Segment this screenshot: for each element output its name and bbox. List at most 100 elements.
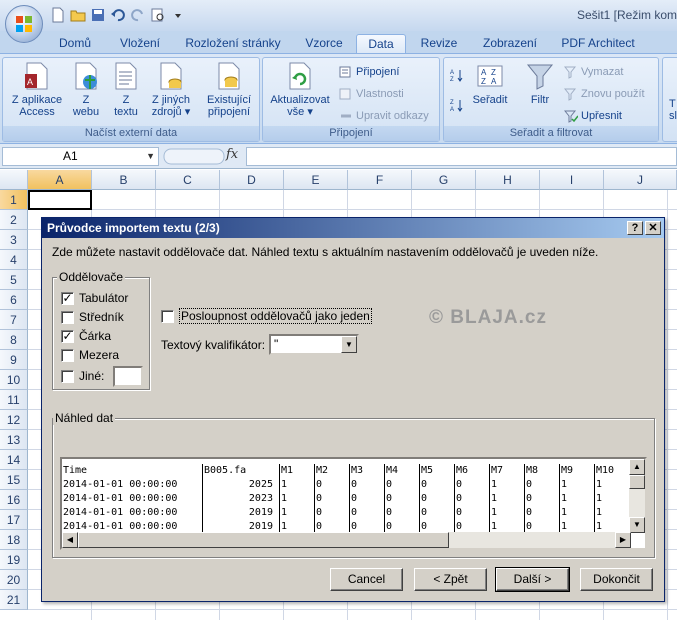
scroll-right-icon[interactable]: ▶ xyxy=(615,532,631,548)
row-header[interactable]: 3 xyxy=(0,230,28,250)
column-header[interactable]: F xyxy=(348,170,412,190)
checkbox-space[interactable]: Mezera xyxy=(61,348,119,362)
checkbox-comma[interactable]: ✓ Čárka xyxy=(61,329,111,343)
row-header[interactable]: 21 xyxy=(0,590,28,610)
column-header[interactable]: C xyxy=(156,170,220,190)
back-button[interactable]: < Zpět xyxy=(414,568,487,591)
cancel-button[interactable]: Cancel xyxy=(330,568,403,591)
row-header[interactable]: 12 xyxy=(0,410,28,430)
tab-page-layout[interactable]: Rozložení stránky xyxy=(180,34,286,53)
column-header[interactable]: H xyxy=(476,170,540,190)
horizontal-scroll-thumb[interactable] xyxy=(78,532,449,548)
reapply-button[interactable]: Znovu použít xyxy=(563,87,645,101)
chevron-down-icon[interactable]: ▼ xyxy=(341,336,357,353)
tab-insert[interactable]: Vložení xyxy=(108,34,172,53)
data-preview-pane[interactable]: Time B005.fa M1 M2 M3 M4 M5 M6 M7 M8 M9 … xyxy=(60,457,647,550)
sort-z-a-button[interactable]: ZA xyxy=(450,98,464,113)
row-header[interactable]: 20 xyxy=(0,570,28,590)
vertical-scroll-thumb[interactable] xyxy=(629,475,645,489)
open-folder-icon[interactable] xyxy=(70,7,86,23)
column-header[interactable]: I xyxy=(540,170,604,190)
finish-button[interactable]: Dokončit xyxy=(580,568,653,591)
filter-button[interactable]: Filtr xyxy=(522,60,558,106)
column-header[interactable]: G xyxy=(412,170,476,190)
checkbox-other-box[interactable] xyxy=(61,369,74,383)
refresh-all-button[interactable]: Aktualizovat vše ▾ xyxy=(266,60,334,118)
row-header[interactable]: 9 xyxy=(0,350,28,370)
save-icon[interactable] xyxy=(90,7,106,23)
row-header[interactable]: 14 xyxy=(0,450,28,470)
print-preview-icon[interactable] xyxy=(150,7,166,23)
text-to-columns-button[interactable]: T sl xyxy=(669,98,677,122)
tab-formulas[interactable]: Vzorce xyxy=(299,34,349,53)
from-access-button[interactable]: A Z aplikace Access xyxy=(7,60,67,118)
other-delimiter-input[interactable] xyxy=(113,366,143,387)
checkbox-consecutive-box[interactable] xyxy=(161,309,174,323)
from-web-button[interactable]: Z webu xyxy=(67,60,105,118)
preview-horizontal-scrollbar[interactable]: ◀ ▶ xyxy=(62,532,631,548)
tab-pdf-architect[interactable]: PDF Architect xyxy=(555,34,641,53)
from-text-button[interactable]: Z textu xyxy=(107,60,145,118)
edit-links-button[interactable]: Upravit odkazy xyxy=(339,109,429,123)
preview-vertical-scrollbar[interactable]: ▲ ▼ xyxy=(629,459,645,533)
checkbox-comma-box[interactable]: ✓ xyxy=(61,329,74,343)
row-header[interactable]: 8 xyxy=(0,330,28,350)
checkbox-tab[interactable]: ✓ Tabulátor xyxy=(61,291,128,305)
column-header[interactable]: J xyxy=(604,170,677,190)
undo-icon[interactable] xyxy=(110,7,126,23)
help-button[interactable]: ? xyxy=(627,221,643,235)
name-box-dropdown-icon[interactable]: ▼ xyxy=(146,148,155,165)
properties-button[interactable]: Vlastnosti xyxy=(339,87,404,101)
tab-home[interactable]: Domů xyxy=(51,34,99,53)
row-header[interactable]: 7 xyxy=(0,310,28,330)
close-button[interactable]: ✕ xyxy=(645,221,661,235)
row-header[interactable]: 18 xyxy=(0,530,28,550)
redo-icon[interactable] xyxy=(130,7,146,23)
checkbox-semicolon[interactable]: Středník xyxy=(61,310,124,324)
row-header[interactable]: 4 xyxy=(0,250,28,270)
checkbox-tab-box[interactable]: ✓ xyxy=(61,291,74,305)
row-header[interactable]: 16 xyxy=(0,490,28,510)
row-header[interactable]: 15 xyxy=(0,470,28,490)
insert-function-button[interactable]: fx xyxy=(226,147,238,162)
column-header[interactable]: E xyxy=(284,170,348,190)
office-button[interactable] xyxy=(5,5,43,43)
column-header[interactable]: D xyxy=(220,170,284,190)
new-document-icon[interactable] xyxy=(50,7,66,23)
checkbox-space-box[interactable] xyxy=(61,348,74,362)
row-header[interactable]: 13 xyxy=(0,430,28,450)
column-header[interactable]: B xyxy=(92,170,156,190)
checkbox-semicolon-box[interactable] xyxy=(61,310,74,324)
tab-review[interactable]: Revize xyxy=(414,34,464,53)
next-button[interactable]: Další > xyxy=(495,567,570,592)
scroll-up-icon[interactable]: ▲ xyxy=(629,459,645,475)
existing-connections-button[interactable]: Existující připojení xyxy=(201,60,257,118)
advanced-filter-button[interactable]: Upřesnit xyxy=(563,109,622,123)
sort-a-z-button[interactable]: AZ xyxy=(450,68,464,83)
row-header[interactable]: 11 xyxy=(0,390,28,410)
from-other-sources-button[interactable]: Z jiných zdrojů ▾ xyxy=(147,60,195,118)
formula-input[interactable] xyxy=(246,147,677,166)
text-qualifier-select[interactable]: " ▼ xyxy=(269,334,359,355)
checkbox-other[interactable]: Jiné: xyxy=(61,369,104,383)
sort-button[interactable]: AZZA Seřadit xyxy=(470,60,510,106)
active-cell[interactable] xyxy=(28,190,92,210)
customize-qat-icon[interactable] xyxy=(170,7,186,23)
row-header[interactable]: 1 xyxy=(0,190,28,210)
row-header[interactable]: 10 xyxy=(0,370,28,390)
scroll-down-icon[interactable]: ▼ xyxy=(629,517,645,533)
row-header[interactable]: 2 xyxy=(0,210,28,230)
checkbox-consecutive-delimiters[interactable]: Posloupnost oddělovačů jako jeden xyxy=(161,308,372,324)
row-header[interactable]: 5 xyxy=(0,270,28,290)
clear-filter-button[interactable]: Vymazat xyxy=(563,65,623,79)
tab-data[interactable]: Data xyxy=(356,34,406,53)
select-all-corner[interactable] xyxy=(0,170,28,190)
name-box[interactable]: A1 ▼ xyxy=(2,147,159,166)
scroll-left-icon[interactable]: ◀ xyxy=(62,532,78,548)
row-header[interactable]: 19 xyxy=(0,550,28,570)
row-header[interactable]: 6 xyxy=(0,290,28,310)
connections-button[interactable]: Připojení xyxy=(339,65,399,79)
tab-view[interactable]: Zobrazení xyxy=(474,34,546,53)
row-header[interactable]: 17 xyxy=(0,510,28,530)
column-header[interactable]: A xyxy=(28,170,92,190)
